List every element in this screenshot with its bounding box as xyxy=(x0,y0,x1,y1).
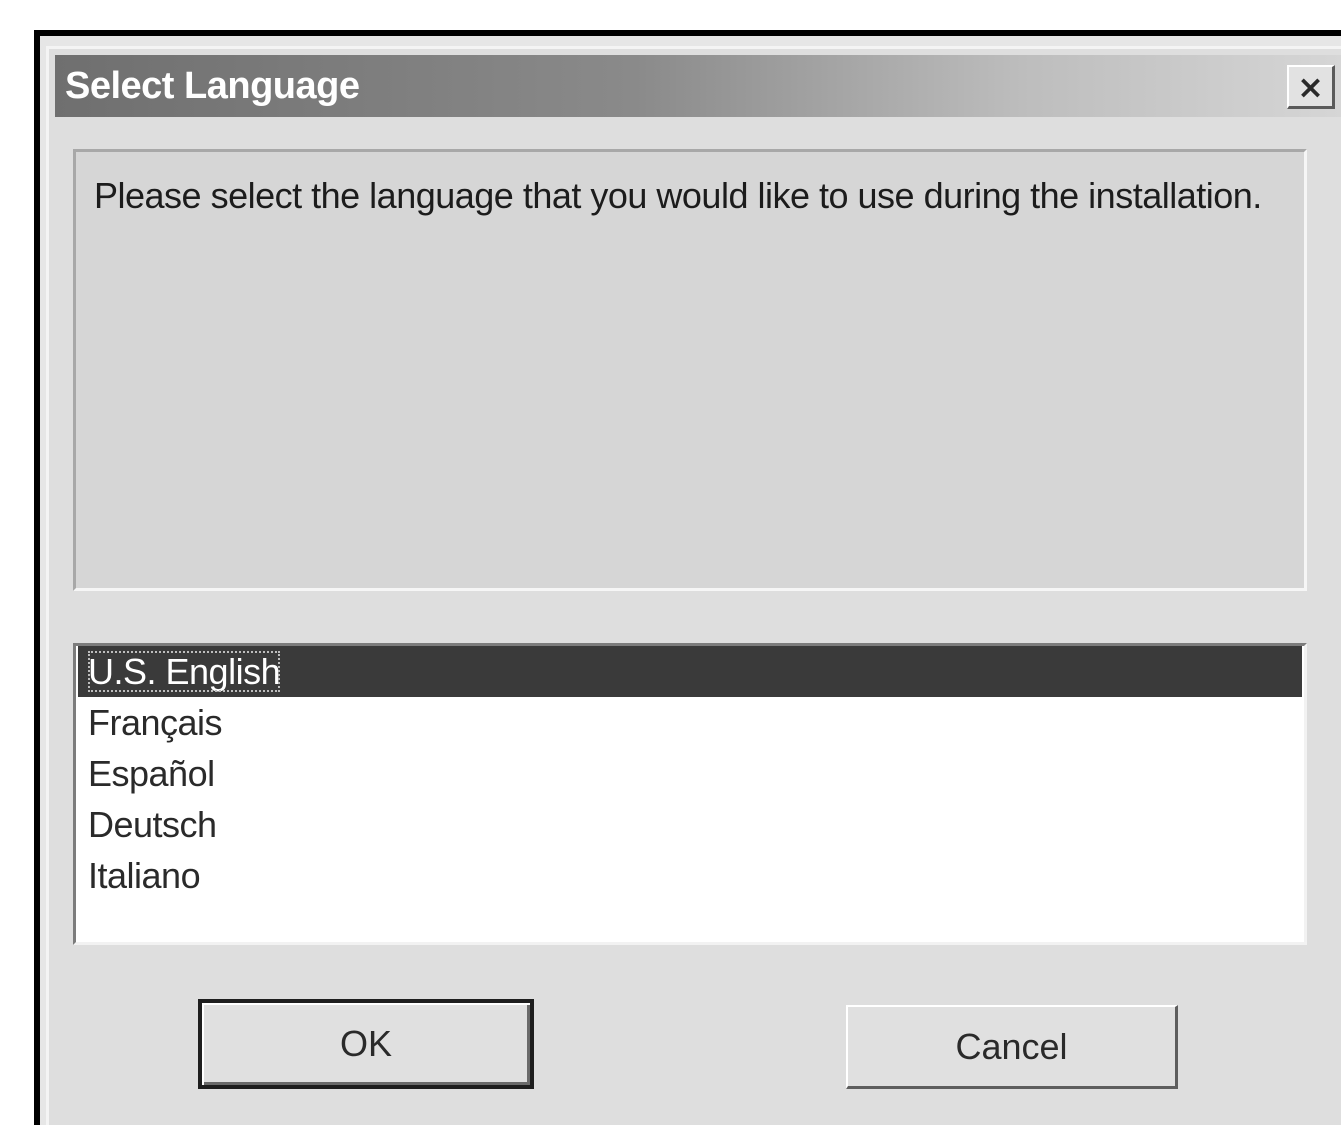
language-item-francais[interactable]: Français xyxy=(76,697,1304,748)
cancel-button[interactable]: Cancel xyxy=(846,1005,1178,1089)
language-listbox[interactable]: U.S. English Français Español Deutsch It… xyxy=(73,643,1307,945)
title-bar[interactable]: Select Language × xyxy=(55,55,1341,117)
language-item-deutsch[interactable]: Deutsch xyxy=(76,799,1304,850)
close-button[interactable]: × xyxy=(1287,65,1335,109)
language-item-label: Español xyxy=(88,753,215,794)
instruction-text: Please select the language that you woul… xyxy=(94,175,1262,216)
language-item-espanol[interactable]: Español xyxy=(76,748,1304,799)
language-item-italiano[interactable]: Italiano xyxy=(76,850,1304,901)
language-item-us-english[interactable]: U.S. English xyxy=(78,646,1302,697)
ok-button-label: OK xyxy=(339,1023,392,1064)
ok-button[interactable]: OK xyxy=(198,999,534,1089)
select-language-dialog: Select Language × Please select the lang… xyxy=(46,46,1341,1125)
language-item-label: Français xyxy=(88,702,223,743)
language-item-label: Italiano xyxy=(88,855,201,896)
dialog-title: Select Language xyxy=(65,65,360,107)
language-item-label: Deutsch xyxy=(88,804,217,845)
message-panel: Please select the language that you woul… xyxy=(73,149,1307,591)
close-icon: × xyxy=(1297,67,1324,106)
cancel-button-label: Cancel xyxy=(955,1025,1068,1067)
language-item-label: U.S. English xyxy=(88,651,281,692)
